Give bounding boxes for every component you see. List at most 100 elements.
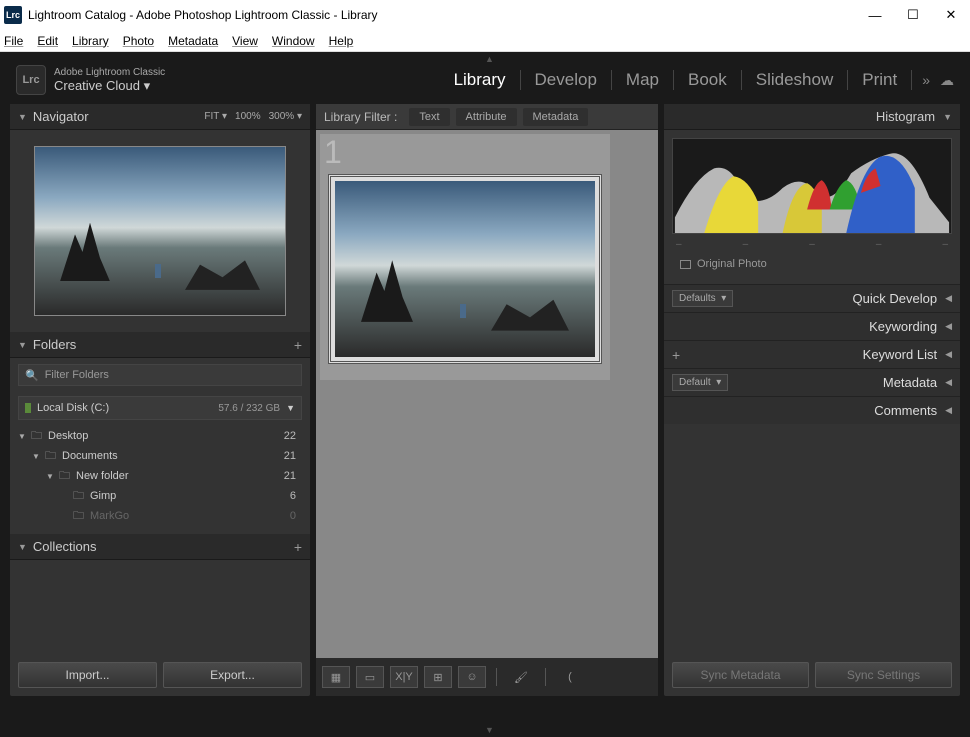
folder-icon: 🗀 (45, 447, 56, 466)
filter-attribute[interactable]: Attribute (456, 108, 517, 126)
histogram-chart (672, 138, 952, 234)
chevron-left-icon: ◀ (945, 377, 952, 388)
folder-icon: 🗀 (73, 487, 84, 506)
chevron-down-icon[interactable]: ▼ (32, 452, 41, 461)
chevron-down-icon[interactable]: ▼ (286, 403, 295, 413)
module-print[interactable]: Print (852, 70, 907, 90)
folder-documents[interactable]: ▼🗀Documents21 (18, 446, 302, 466)
menu-file[interactable]: File (4, 34, 23, 48)
chevron-left-icon: ◀ (945, 293, 952, 304)
painter-icon[interactable]: 🖌 (507, 666, 535, 688)
folder-markgo[interactable]: 🗀MarkGo0 (18, 506, 302, 526)
add-folder-icon[interactable]: + (294, 337, 302, 353)
minimize-button[interactable]: — (868, 8, 882, 22)
maximize-button[interactable]: ☐ (906, 8, 920, 22)
loupe-view-icon[interactable]: ▭ (356, 666, 384, 688)
menu-edit[interactable]: Edit (37, 34, 58, 48)
collapse-top-icon[interactable]: ▲ (485, 54, 494, 64)
menu-metadata[interactable]: Metadata (168, 34, 218, 48)
sort-icon[interactable]: ( (556, 666, 584, 688)
chevron-down-icon: ▼ (18, 112, 27, 122)
module-develop[interactable]: Develop (525, 70, 607, 90)
module-slideshow[interactable]: Slideshow (746, 70, 844, 90)
grid-view-icon[interactable]: ▦ (322, 666, 350, 688)
nav-fit[interactable]: FIT ▾ (204, 111, 227, 122)
grid-view[interactable]: 1 (316, 130, 658, 658)
sync-metadata-button[interactable]: Sync Metadata (672, 662, 809, 688)
export-button[interactable]: Export... (163, 662, 302, 688)
disk-row[interactable]: Local Disk (C:) 57.6 / 232 GB ▼ (18, 396, 302, 420)
add-icon[interactable]: + (672, 347, 680, 363)
search-icon: 🔍 (25, 369, 39, 382)
people-view-icon[interactable]: ☺ (458, 666, 486, 688)
folder-desktop[interactable]: ▼🗀Desktop22 (18, 426, 302, 446)
thumb-index: 1 (324, 134, 342, 171)
collapse-bottom-icon[interactable]: ▼ (485, 725, 494, 735)
menu-window[interactable]: Window (272, 34, 315, 48)
collections-title: Collections (33, 539, 97, 554)
survey-view-icon[interactable]: ⊞ (424, 666, 452, 688)
close-button[interactable]: ✕ (944, 8, 958, 22)
brand-line1: Adobe Lightroom Classic (54, 67, 165, 78)
preset-select[interactable]: Default ▾ (672, 374, 728, 391)
separator (520, 70, 521, 90)
library-filter-label: Library Filter : (324, 110, 397, 124)
chevron-down-icon[interactable]: ▼ (18, 432, 27, 441)
menu-library[interactable]: Library (72, 34, 109, 48)
filter-folders-input[interactable]: 🔍 Filter Folders (18, 364, 302, 386)
chevron-left-icon: ◀ (945, 321, 952, 332)
menu-help[interactable]: Help (329, 34, 354, 48)
folders-title: Folders (33, 337, 76, 352)
panel-metadata[interactable]: Default ▾Metadata◀ (664, 368, 960, 396)
add-collection-icon[interactable]: + (294, 539, 302, 555)
panel-quick-develop[interactable]: Defaults ▾Quick Develop◀ (664, 284, 960, 312)
disk-size: 57.6 / 232 GB (218, 403, 280, 414)
original-photo-label: Original Photo (697, 258, 767, 270)
menu-photo[interactable]: Photo (123, 34, 154, 48)
sync-settings-button[interactable]: Sync Settings (815, 662, 952, 688)
module-book[interactable]: Book (678, 70, 737, 90)
separator (741, 70, 742, 90)
chevron-left-icon: ◀ (945, 349, 952, 360)
folder-gimp[interactable]: 🗀Gimp6 (18, 486, 302, 506)
panel-keyword-list[interactable]: +Keyword List◀ (664, 340, 960, 368)
panel-keywording[interactable]: Keywording◀ (664, 312, 960, 340)
separator (611, 70, 612, 90)
navigator-header[interactable]: ▼ Navigator FIT ▾ 100% 300% ▾ (10, 104, 310, 130)
histogram-header[interactable]: Histogram ▼ (664, 104, 960, 130)
filter-text[interactable]: Text (409, 108, 449, 126)
panel-comments[interactable]: Comments◀ (664, 396, 960, 424)
chevron-down-icon[interactable]: ▼ (46, 472, 55, 481)
import-button[interactable]: Import... (18, 662, 157, 688)
compare-view-icon[interactable]: X|Y (390, 666, 418, 688)
module-library[interactable]: Library (444, 70, 516, 90)
brand-line2[interactable]: Creative Cloud ▾ (54, 78, 165, 94)
separator (673, 70, 674, 90)
chevron-down-icon: ▼ (18, 542, 27, 552)
menu-view[interactable]: View (232, 34, 258, 48)
brand-icon: Lrc (16, 65, 46, 95)
folder-icon: 🗀 (59, 467, 70, 486)
cloud-sync-icon[interactable]: ☁ (940, 72, 954, 89)
navigator-preview[interactable] (34, 146, 286, 316)
filter-metadata[interactable]: Metadata (523, 108, 589, 126)
chevron-left-icon: ◀ (945, 405, 952, 416)
window-title: Lightroom Catalog - Adobe Photoshop Ligh… (28, 8, 868, 22)
chevron-down-icon: ▼ (18, 340, 27, 350)
navigator-title: Navigator (33, 109, 89, 124)
thumbnail-image[interactable] (335, 181, 595, 357)
collections-header[interactable]: ▼ Collections + (10, 534, 310, 560)
folders-header[interactable]: ▼ Folders + (10, 332, 310, 358)
separator (847, 70, 848, 90)
app-icon: Lrc (4, 6, 22, 24)
histogram-title: Histogram (876, 109, 935, 124)
nav-100[interactable]: 100% (235, 111, 261, 122)
folder-new-folder[interactable]: ▼🗀New folder21 (18, 466, 302, 486)
nav-300[interactable]: 300% ▾ (269, 111, 302, 122)
original-photo-icon (680, 260, 691, 269)
module-map[interactable]: Map (616, 70, 669, 90)
folder-icon: 🗀 (73, 507, 84, 526)
more-modules-icon[interactable]: » (922, 72, 930, 88)
folder-icon: 🗀 (31, 427, 42, 446)
preset-select[interactable]: Defaults ▾ (672, 290, 733, 307)
